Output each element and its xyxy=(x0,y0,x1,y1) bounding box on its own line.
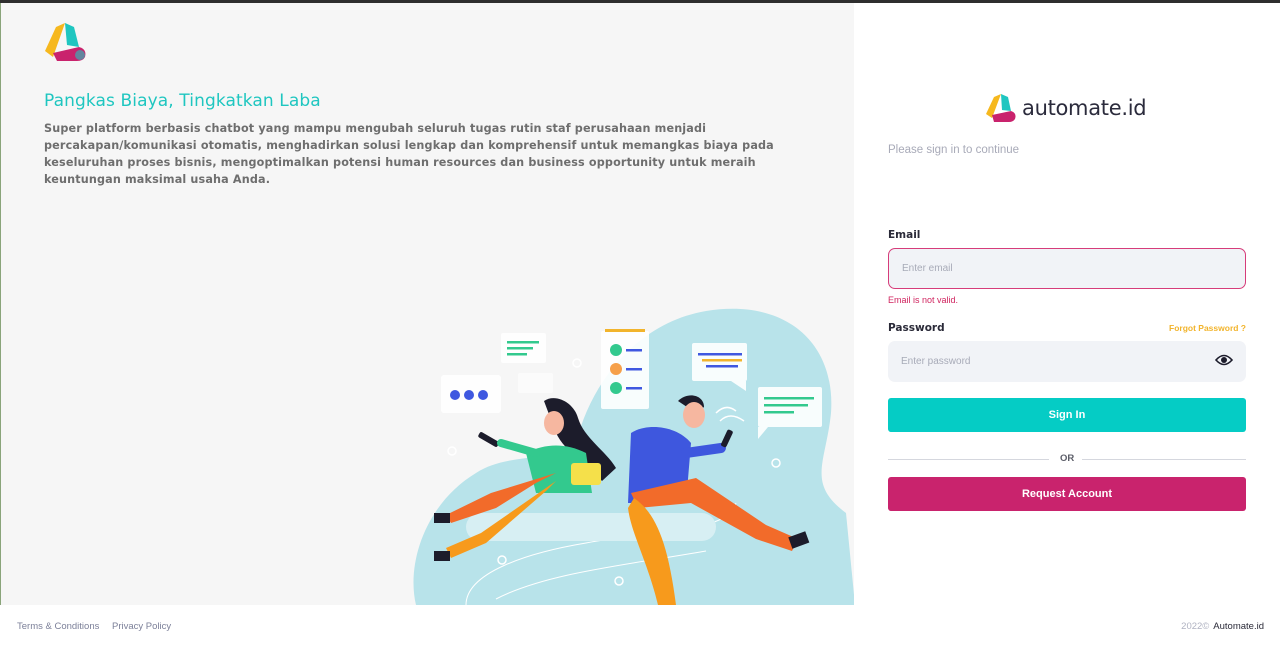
copyright-company: Automate.id xyxy=(1213,621,1264,632)
automate-logo-mark xyxy=(45,23,86,61)
copyright: 2022© Automate.id xyxy=(1181,621,1264,632)
login-panel: automate.id Please sign in to continue E… xyxy=(854,3,1280,605)
copyright-year: 2022© xyxy=(1181,621,1210,632)
or-label: OR xyxy=(1060,453,1075,464)
privacy-link[interactable]: Privacy Policy xyxy=(112,621,171,632)
chat-people-illustration xyxy=(413,308,854,605)
divider-line-right xyxy=(1082,459,1246,460)
or-divider: OR xyxy=(888,452,1246,468)
hero-title: Pangkas Biaya, Tingkatkan Laba xyxy=(44,91,321,111)
password-label: Password xyxy=(888,322,945,334)
request-account-button[interactable]: Request Account xyxy=(888,477,1246,511)
divider-line-left xyxy=(888,459,1049,460)
terms-link[interactable]: Terms & Conditions xyxy=(17,621,99,632)
hero-panel: Pangkas Biaya, Tingkatkan Laba Super pla… xyxy=(0,3,854,605)
brand-name: automate.id xyxy=(1022,96,1147,120)
email-input[interactable] xyxy=(888,248,1246,289)
footer: Terms & Conditions Privacy Policy 2022© A… xyxy=(0,605,1280,646)
eye-icon[interactable] xyxy=(1215,353,1233,367)
automate-logo-icon xyxy=(986,94,1016,122)
email-label: Email xyxy=(888,229,921,241)
password-input[interactable] xyxy=(888,341,1246,382)
signin-subtitle: Please sign in to continue xyxy=(888,144,1020,156)
sign-in-button[interactable]: Sign In xyxy=(888,398,1246,432)
hero-description: Super platform berbasis chatbot yang mam… xyxy=(44,122,774,186)
forgot-password-link[interactable]: Forgot Password ? xyxy=(1169,323,1246,333)
brand-logo: automate.id xyxy=(984,93,1147,123)
email-error-message: Email is not valid. xyxy=(888,295,959,305)
